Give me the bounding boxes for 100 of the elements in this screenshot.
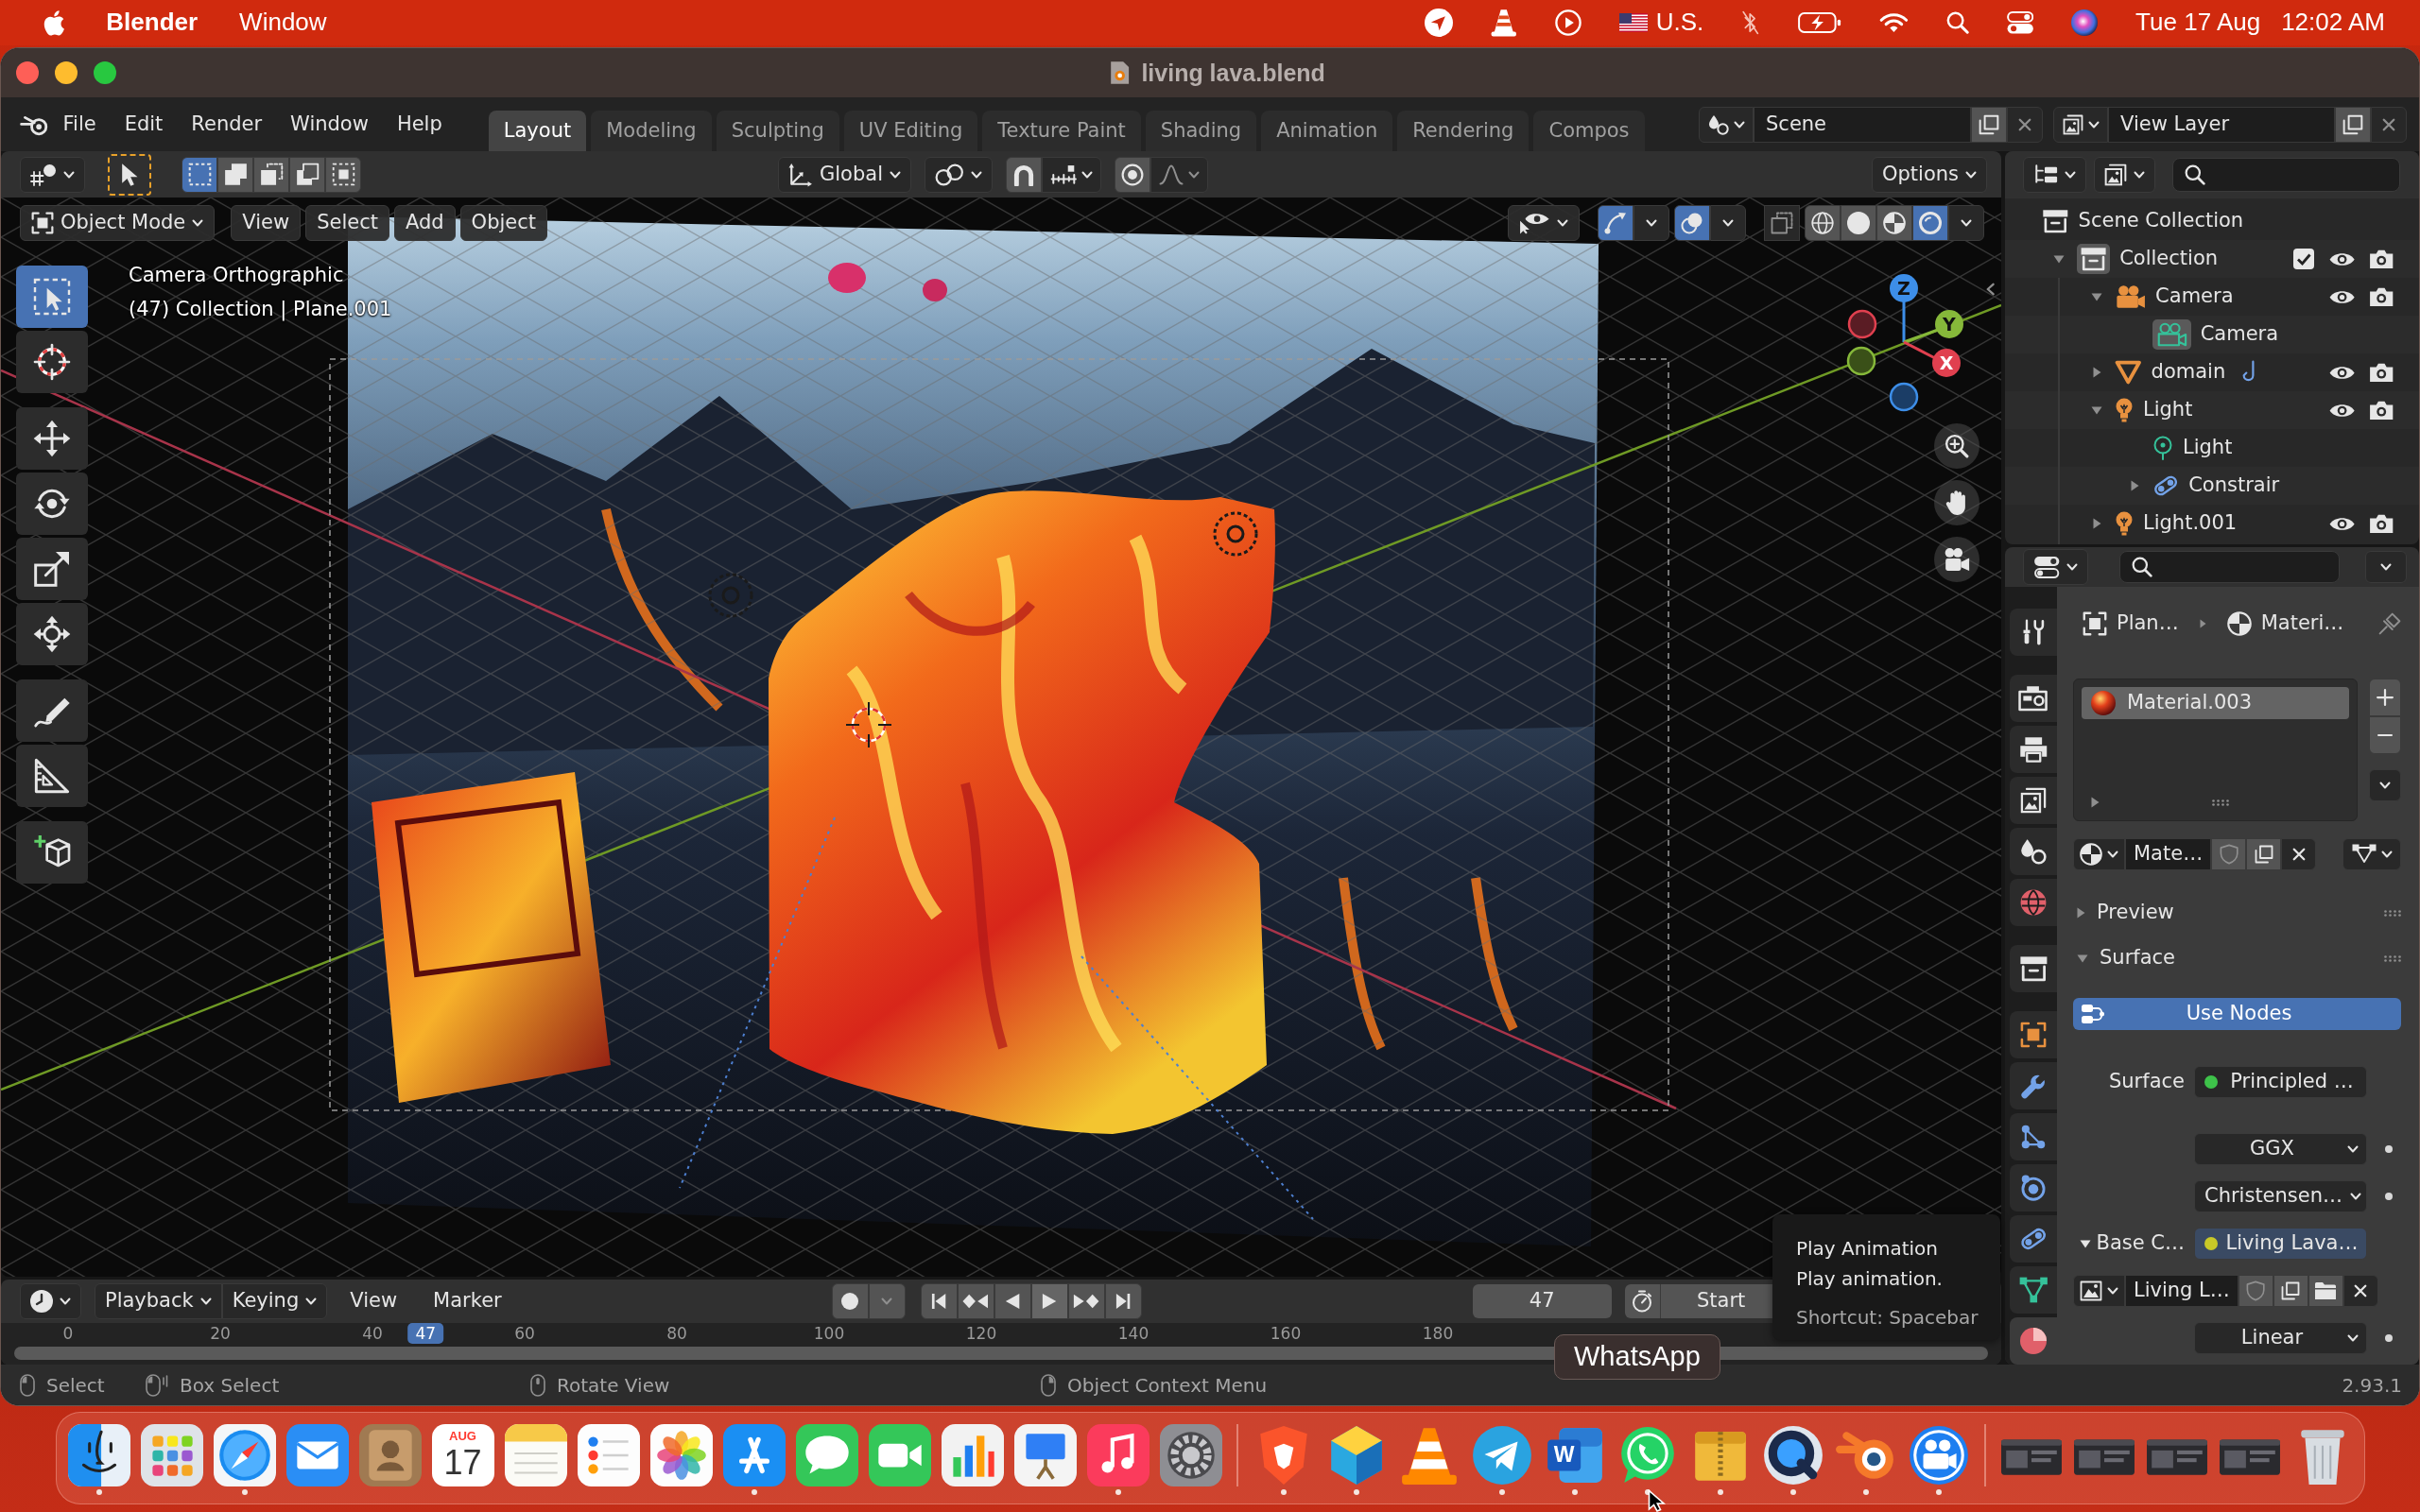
camera-icon[interactable] <box>2368 513 2394 534</box>
properties-tab[interactable] <box>2010 1215 2057 1263</box>
menu-dropdown[interactable]: Playback <box>95 1283 222 1319</box>
filter-dropdown[interactable] <box>2094 157 2156 193</box>
tool-button[interactable] <box>16 538 88 600</box>
properties-tab[interactable] <box>2010 828 2057 875</box>
orientation-dropdown[interactable]: Global <box>778 156 911 193</box>
keyframe-dot-icon[interactable] <box>2385 1334 2393 1342</box>
duplicate-button[interactable] <box>2273 1275 2308 1307</box>
properties-tab[interactable] <box>2010 879 2057 926</box>
workspace-tab[interactable]: Layout <box>488 111 587 151</box>
smiling-face-icon[interactable] <box>67 1424 130 1486</box>
video-camera-icon[interactable] <box>868 1424 931 1486</box>
menu-button[interactable]: Object <box>459 205 547 241</box>
a-shape-icon[interactable] <box>722 1424 786 1486</box>
current-frame-indicator[interactable]: 47 <box>407 1323 444 1344</box>
gizmo-toggle[interactable] <box>1598 205 1634 241</box>
outliner-item-label[interactable]: Scene Collection <box>2078 209 2244 233</box>
selection-mode-button[interactable] <box>325 156 361 193</box>
outliner-item-label[interactable]: domain <box>2151 360 2226 385</box>
view-layer-browse-dropdown[interactable] <box>2053 106 2108 143</box>
film-camera-icon[interactable] <box>1907 1424 1970 1486</box>
menu-item[interactable]: File <box>48 105 111 144</box>
material-browse-dropdown[interactable] <box>2073 838 2125 870</box>
sidebar-toggle-icon[interactable] <box>1986 283 1996 296</box>
display-mode-dropdown[interactable] <box>2023 157 2087 193</box>
checklist-icon[interactable] <box>577 1424 640 1486</box>
playback-button[interactable] <box>1104 1283 1142 1319</box>
camera-frame[interactable] <box>329 358 1669 1111</box>
properties-tab[interactable] <box>2010 1317 2057 1365</box>
shading-button[interactable] <box>1805 205 1841 241</box>
properties-tab[interactable] <box>2010 777 2057 824</box>
camera-icon[interactable] <box>2368 249 2394 269</box>
gem-shape[interactable] <box>923 279 947 301</box>
outliner-item-label[interactable]: Camera <box>2155 284 2234 309</box>
axis-handle[interactable]: Y <box>1903 310 1963 344</box>
outliner-row[interactable]: Scene Collection <box>2005 202 2419 240</box>
open-file-button[interactable] <box>2308 1275 2343 1307</box>
playback-button[interactable] <box>1030 1283 1068 1319</box>
proportional-edit-toggle[interactable] <box>1115 156 1151 193</box>
app-grid-icon[interactable] <box>140 1424 203 1486</box>
unlink-button[interactable] <box>2342 1275 2378 1307</box>
input-source-label[interactable]: U.S. <box>1655 8 1704 38</box>
checkbox[interactable] <box>2293 249 2314 269</box>
contact-card-icon[interactable] <box>358 1424 422 1486</box>
properties-tab[interactable] <box>2010 1113 2057 1160</box>
breadcrumb-label[interactable]: Plan… <box>2117 611 2179 636</box>
bluetooth-off-icon[interactable] <box>1741 10 1760 35</box>
zoom-button[interactable] <box>1934 423 1979 469</box>
snap-target-dropdown[interactable] <box>1041 156 1102 193</box>
eye-icon[interactable] <box>2329 288 2356 305</box>
close-button[interactable] <box>16 61 39 84</box>
snap-toggle[interactable] <box>1005 156 1042 193</box>
menu-dropdown[interactable]: Keying <box>221 1283 328 1319</box>
workspace-tab[interactable]: Animation <box>1261 111 1393 151</box>
workspace-tab[interactable]: UV Editing <box>843 111 978 151</box>
tool-button[interactable] <box>16 331 88 393</box>
playback-button[interactable] <box>994 1283 1031 1319</box>
flag-icon[interactable] <box>1618 13 1648 32</box>
calendar-icon[interactable]: AUG 17 <box>431 1424 494 1486</box>
property-dropdown[interactable]: Linear <box>2194 1322 2367 1354</box>
eye-icon[interactable] <box>2329 364 2356 381</box>
preview-range-toggle[interactable] <box>1624 1284 1661 1318</box>
tool-button[interactable] <box>16 472 88 535</box>
shading-options-dropdown[interactable] <box>1948 205 1984 241</box>
shading-button[interactable] <box>1912 205 1948 241</box>
bar-chart-icon[interactable] <box>941 1424 1004 1486</box>
shading-button[interactable] <box>1841 205 1876 241</box>
link-type-dropdown[interactable] <box>2342 838 2401 870</box>
outliner-row[interactable]: Collection <box>2005 240 2419 278</box>
disclosure-triangle-icon[interactable] <box>2091 292 2102 301</box>
record-button[interactable] <box>831 1283 869 1319</box>
selection-mode-button[interactable] <box>182 156 217 193</box>
panel-header[interactable]: Preview <box>2073 897 2401 929</box>
scene-browse-dropdown[interactable] <box>1699 106 1754 143</box>
properties-tab[interactable] <box>2010 726 2057 773</box>
app-menu[interactable]: Blender <box>106 8 199 38</box>
breadcrumb-label[interactable]: Materi… <box>2260 611 2344 636</box>
selection-mode-button[interactable] <box>289 156 325 193</box>
property-dropdown[interactable]: Christensen… <box>2194 1180 2367 1212</box>
new-scene-button[interactable] <box>1971 106 2007 143</box>
selection-mode-button[interactable] <box>217 156 253 193</box>
current-frame-field[interactable]: 47 <box>1472 1284 1612 1318</box>
disclosure-triangle-icon[interactable] <box>2092 518 2101 529</box>
select-tool-button[interactable] <box>108 153 151 196</box>
camera-icon[interactable] <box>2368 400 2394 421</box>
duplicate-button[interactable] <box>2246 838 2282 870</box>
axis-handle[interactable]: X <box>1903 340 1961 377</box>
keyframe-dot-icon[interactable] <box>2385 1145 2393 1153</box>
menu-item[interactable]: Marker <box>420 1283 515 1319</box>
properties-tab[interactable] <box>2010 609 2057 656</box>
menu-item[interactable]: Window <box>239 8 327 38</box>
disclosure-triangle-icon[interactable] <box>2092 367 2101 378</box>
axis-handle[interactable] <box>1847 309 1877 339</box>
editor-type-dropdown[interactable] <box>20 1283 81 1319</box>
properties-tab[interactable] <box>2010 1266 2057 1314</box>
visibility-dropdown[interactable] <box>1508 205 1580 241</box>
minimize-button[interactable] <box>55 61 78 84</box>
toggle-switches-icon[interactable] <box>2006 11 2034 34</box>
properties-tab[interactable] <box>2010 1164 2057 1211</box>
